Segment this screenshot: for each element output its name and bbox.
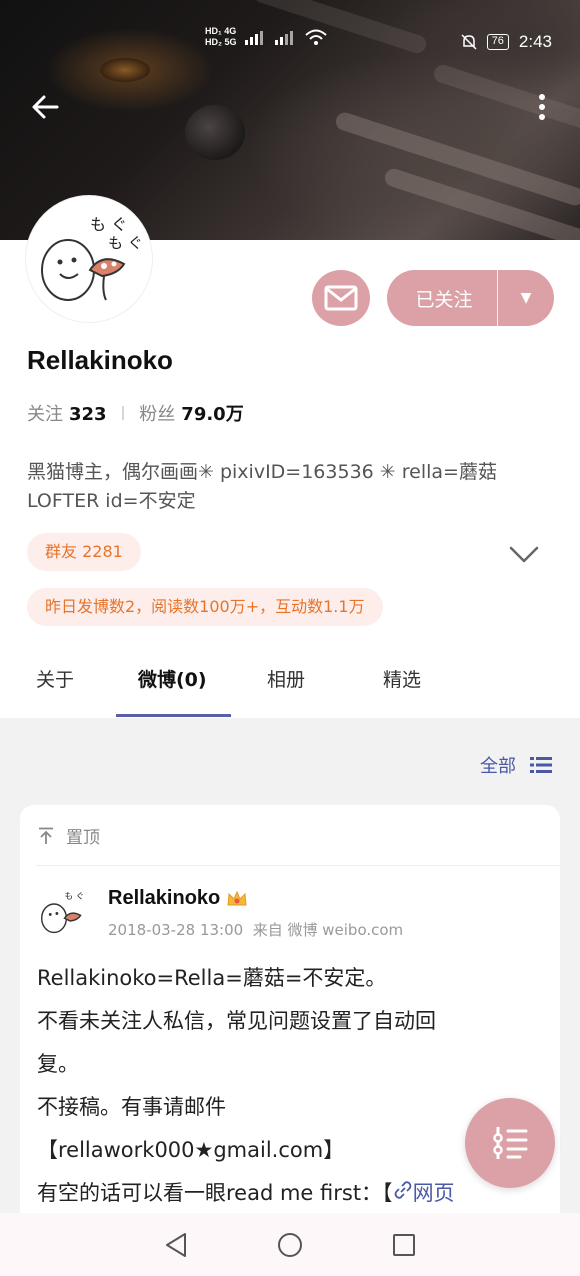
post-line: 复。 bbox=[37, 1052, 79, 1076]
profile-name: Rellakinoko bbox=[27, 345, 173, 375]
expand-chevron-icon[interactable] bbox=[508, 540, 540, 568]
link-icon bbox=[394, 1181, 411, 1199]
post-line: 不看未关注人私信，常见问题设置了自动回 bbox=[37, 1009, 436, 1033]
nav-back-icon[interactable] bbox=[163, 1231, 189, 1259]
divider bbox=[36, 865, 560, 866]
system-navigation-bar bbox=[0, 1213, 580, 1276]
svg-text:も ぐ: も ぐ bbox=[64, 891, 84, 902]
list-icon bbox=[530, 757, 552, 773]
more-menu-button[interactable] bbox=[522, 92, 562, 132]
network-sim2: HD₂ 5G bbox=[205, 37, 237, 47]
clock: 2:43 bbox=[518, 32, 552, 51]
pinned-label-row: 置顶 bbox=[38, 823, 100, 848]
list-sort-icon bbox=[493, 1127, 528, 1159]
group-badge[interactable]: 群友 2281 bbox=[27, 533, 141, 571]
filter-all-button[interactable]: 全部 bbox=[480, 752, 552, 778]
mushroom-doodle-icon: も ぐ bbox=[40, 891, 84, 934]
tab-featured[interactable]: 精选 bbox=[383, 665, 421, 692]
signal-icon bbox=[244, 31, 263, 45]
post-author-name[interactable]: Rellakinoko bbox=[108, 887, 220, 910]
followers-count: 79.0万 bbox=[181, 404, 244, 425]
dropdown-arrow-icon[interactable]: ▼ bbox=[498, 290, 554, 306]
pinned-label: 置顶 bbox=[66, 828, 100, 848]
post-author-avatar[interactable]: も ぐ bbox=[36, 885, 92, 941]
profile-bio: 黑猫博主，偶尔画画✳ pixivID=163536 ✳ rella=蘑菇 LOF… bbox=[27, 458, 552, 516]
profile-avatar[interactable]: も ぐ も ぐ bbox=[26, 196, 152, 322]
button-divider bbox=[497, 270, 498, 326]
tab-weibo[interactable]: 微博(0) bbox=[138, 665, 207, 692]
mail-icon bbox=[324, 285, 358, 311]
web-link-label: 网页 bbox=[412, 1181, 455, 1205]
following-stat[interactable]: 关注 323 bbox=[27, 400, 107, 426]
back-button[interactable] bbox=[25, 92, 65, 132]
status-bar: HD₁ 4G HD₂ 5G 76 2:43 bbox=[0, 22, 580, 62]
more-vertical-icon bbox=[539, 94, 545, 120]
signal-icon-2 bbox=[274, 31, 293, 45]
profile-tabs: 关于 微博(0) 相册 精选 bbox=[0, 655, 580, 717]
following-button-label: 已关注 bbox=[415, 288, 473, 311]
profile-stats: 关注 323 | 粉丝 79.0万 bbox=[27, 400, 244, 426]
post-body: Rellakinoko=Rella=蘑菇=不安定。 不看未关注人私信，常见问题设… bbox=[37, 957, 547, 1215]
post-source: 来自 微博 weibo.com bbox=[252, 921, 404, 939]
bio-line-1: 黑猫博主，偶尔画画✳ pixivID=163536 ✳ rella=蘑菇 bbox=[27, 461, 497, 483]
post-date: 2018-03-28 13:00 bbox=[108, 921, 244, 939]
filter-label: 全部 bbox=[480, 756, 516, 777]
svg-text:も ぐ: も ぐ bbox=[90, 215, 127, 234]
wifi-icon bbox=[304, 29, 327, 45]
tab-about[interactable]: 关于 bbox=[36, 665, 74, 692]
following-button[interactable]: 已关注 ▼ bbox=[387, 270, 554, 326]
svg-text:も ぐ: も ぐ bbox=[108, 234, 143, 252]
following-count: 323 bbox=[69, 404, 107, 425]
network-sim1: HD₁ 4G bbox=[205, 26, 237, 36]
active-tab-indicator bbox=[116, 714, 231, 717]
nav-recents-icon[interactable] bbox=[391, 1232, 417, 1258]
back-arrow-icon bbox=[32, 95, 59, 119]
stats-divider: | bbox=[120, 405, 126, 421]
floating-menu-button[interactable] bbox=[465, 1098, 555, 1188]
network-indicator: HD₁ 4G HD₂ 5G bbox=[205, 26, 327, 48]
followers-label: 粉丝 bbox=[139, 404, 176, 425]
message-button[interactable] bbox=[312, 270, 370, 326]
post-author-row: Rellakinoko bbox=[108, 887, 248, 910]
cat-nose bbox=[185, 105, 245, 160]
mushroom-doodle-icon: も ぐ も ぐ bbox=[41, 215, 143, 301]
post-line: Rellakinoko=Rella=蘑菇=不安定。 bbox=[37, 966, 387, 990]
mute-bell-icon bbox=[461, 34, 477, 50]
tab-album[interactable]: 相册 bbox=[267, 665, 305, 692]
nav-home-icon[interactable] bbox=[276, 1231, 304, 1259]
post-line-with-link: 有空的话可以看一眼read me first：【 网页 bbox=[37, 1172, 547, 1215]
bio-line-2: LOFTER id=不安定 bbox=[27, 490, 196, 512]
post-line: 有空的话可以看一眼read me first：【 bbox=[37, 1181, 393, 1205]
pin-top-icon bbox=[39, 827, 53, 844]
crown-badge-icon bbox=[227, 890, 247, 905]
followers-stat[interactable]: 粉丝 79.0万 bbox=[139, 400, 243, 426]
battery-icon: 76 bbox=[486, 34, 509, 50]
activity-badge[interactable]: 昨日发博数2，阅读数100万+，互动数1.1万 bbox=[27, 588, 383, 626]
following-label: 关注 bbox=[27, 404, 63, 425]
post-meta: 2018-03-28 13:00 来自 微博 weibo.com bbox=[108, 919, 403, 940]
web-link[interactable]: 网页 bbox=[393, 1181, 455, 1205]
